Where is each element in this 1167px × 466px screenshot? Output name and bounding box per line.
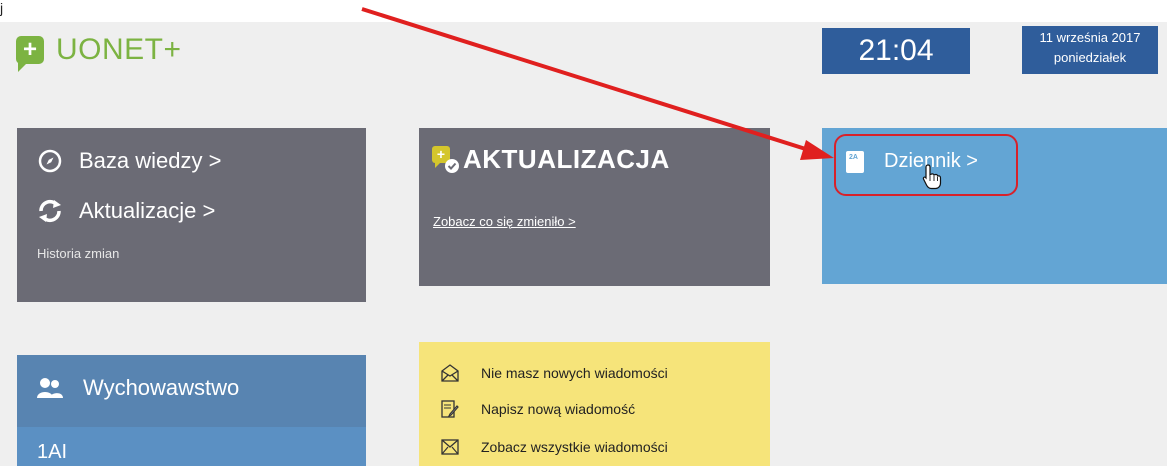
knowledge-tile: Baza wiedzy > Aktualizacje > Historia zm… (17, 128, 366, 302)
app-name: UONET+ (56, 33, 182, 66)
clock-display: 21:04 (822, 28, 970, 74)
cropped-text: j (0, 0, 4, 16)
message-item-label: Zobacz wszystkie wiadomości (481, 439, 668, 455)
envelope-open-icon (441, 364, 459, 382)
all-messages-item[interactable]: Zobacz wszystkie wiadomości (441, 438, 668, 456)
weekday-text: poniedziałek (1053, 50, 1127, 65)
update-tile: + AKTUALIZACJA Zobacz co się zmieniło > (419, 128, 770, 286)
refresh-icon (37, 198, 63, 224)
knowledge-base-label: Baza wiedzy > (79, 148, 222, 173)
date-display: 11 września 2017 poniedziałek (1022, 26, 1158, 74)
change-history-link[interactable]: Historia zmian (37, 246, 119, 261)
update-badge-icon: + (431, 145, 461, 175)
plus-logo-icon: + (16, 36, 44, 72)
compass-icon (37, 148, 63, 174)
see-changes-link[interactable]: Zobacz co się zmieniło > (433, 214, 576, 229)
messages-tile: Nie masz nowych wiadomości Napisz nową w… (419, 342, 770, 466)
svg-text:+: + (437, 146, 445, 162)
updates-label: Aktualizacje > (79, 198, 216, 223)
no-new-messages-item[interactable]: Nie masz nowych wiadomości (441, 364, 668, 382)
homeroom-label: Wychowawstwo (83, 375, 240, 400)
update-title: AKTUALIZACJA (463, 144, 670, 174)
update-header: + AKTUALIZACJA (431, 144, 670, 175)
homeroom-tile: Wychowawstwo 1AI (17, 355, 366, 466)
updates-link[interactable]: Aktualizacje > (37, 198, 215, 224)
message-item-label: Napisz nową wiadomość (481, 401, 636, 417)
date-text: 11 września 2017 (1039, 30, 1141, 45)
users-icon (37, 376, 63, 400)
top-crop-strip: j (0, 0, 1167, 22)
write-message-item[interactable]: Napisz nową wiadomość (441, 400, 635, 418)
class-name-link[interactable]: 1AI (37, 441, 67, 464)
hand-cursor-icon (922, 164, 942, 190)
envelope-icon (441, 438, 459, 456)
message-item-label: Nie masz nowych wiadomości (481, 365, 668, 381)
knowledge-base-link[interactable]: Baza wiedzy > (37, 148, 221, 174)
app-logo[interactable]: + UONET+ (16, 30, 182, 72)
homeroom-header[interactable]: Wychowawstwo (17, 355, 366, 427)
write-message-icon (441, 400, 459, 418)
